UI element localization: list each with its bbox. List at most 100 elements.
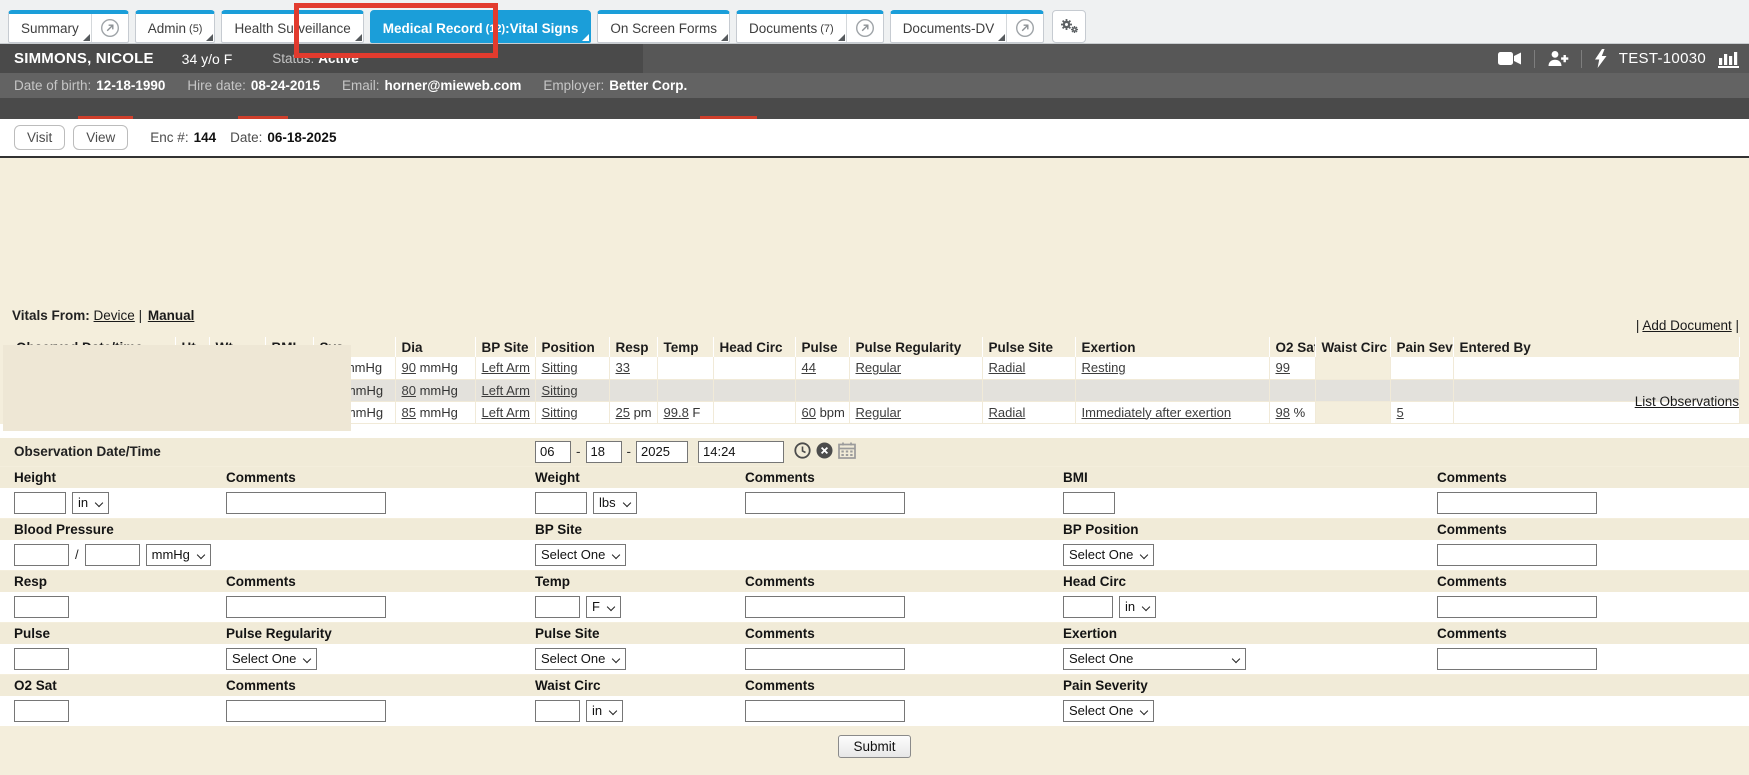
vitals-from-label: Vitals From: — [12, 308, 90, 323]
flowsheet-chart-icon[interactable] — [1718, 50, 1739, 68]
vital-value-link[interactable]: 90 — [402, 360, 416, 375]
vital-value-link[interactable]: Left Arm — [482, 405, 530, 420]
tab-on-screen-forms[interactable]: On Screen Forms — [597, 10, 730, 43]
vital-value-link[interactable]: 33 — [616, 360, 630, 375]
column-header: Resp — [609, 337, 657, 357]
height-unit-select[interactable]: in — [72, 492, 109, 514]
settings-gear-icon[interactable] — [1052, 10, 1086, 43]
bp-diastolic-input[interactable] — [85, 544, 140, 566]
video-call-icon[interactable] — [1498, 51, 1522, 66]
tab-admin[interactable]: Admin(5) — [135, 10, 216, 43]
clear-date-icon[interactable] — [816, 442, 833, 462]
vital-value-link[interactable]: 98 — [1276, 405, 1290, 420]
tab-documents[interactable]: Documents(7) — [736, 10, 884, 43]
clock-icon[interactable] — [794, 442, 811, 462]
view-button[interactable]: View — [73, 125, 128, 150]
table-cell — [849, 379, 982, 401]
bp-unit-select[interactable]: mmHg — [146, 544, 211, 566]
bp-systolic-input[interactable] — [14, 544, 69, 566]
popout-arrow-icon[interactable] — [91, 14, 128, 42]
obs-time-input[interactable] — [698, 441, 784, 463]
table-cell — [657, 379, 713, 401]
submit-button[interactable]: Submit — [838, 735, 910, 758]
bmi-input[interactable] — [1063, 492, 1115, 514]
vital-value-link[interactable]: 80 — [402, 383, 416, 398]
resp-comments-input[interactable] — [226, 596, 386, 618]
exertion-comments-input[interactable] — [1437, 648, 1597, 670]
vital-value-link[interactable]: Regular — [856, 405, 902, 420]
o2-comments-input[interactable] — [226, 700, 386, 722]
bp-comments-input[interactable] — [1437, 544, 1597, 566]
bp-position-select[interactable]: Select One — [1063, 544, 1154, 566]
o2-sat-input[interactable] — [14, 700, 69, 722]
table-cell — [1390, 379, 1453, 401]
waist-unit-select[interactable]: in — [586, 700, 623, 722]
vital-value-link[interactable]: Sitting — [542, 405, 578, 420]
vital-value-link[interactable]: 25 — [616, 405, 630, 420]
visit-button[interactable]: Visit — [14, 125, 65, 150]
vital-value-link[interactable]: 44 — [802, 360, 816, 375]
vital-value-link[interactable]: 5 — [1397, 405, 1404, 420]
pain-severity-select[interactable]: Select One — [1063, 700, 1154, 722]
bmi-comments-input[interactable] — [1437, 492, 1597, 514]
tab-documents-dv[interactable]: Documents-DV — [890, 10, 1045, 43]
obs-day-input[interactable] — [586, 441, 622, 463]
weight-input[interactable] — [535, 492, 587, 514]
manual-link[interactable]: Manual — [148, 308, 195, 323]
weight-unit-select[interactable]: lbs — [593, 492, 637, 514]
device-link[interactable]: Device — [94, 308, 135, 323]
tab-medical-record[interactable]: Medical Record(12):Vital Signs — [370, 10, 592, 43]
o2-sat-label: O2 Sat — [0, 678, 212, 693]
vital-value-link[interactable]: Immediately after exertion — [1082, 405, 1232, 420]
table-cell: Sitting — [535, 379, 609, 401]
tab-health-surveillance[interactable]: Health Surveillance — [221, 10, 363, 43]
temp-comments-input[interactable] — [745, 596, 905, 618]
vital-value-link[interactable]: Sitting — [542, 383, 578, 398]
table-cell — [713, 357, 795, 379]
head-circ-comments-input[interactable] — [1437, 596, 1597, 618]
vital-value-link[interactable]: 60 — [802, 405, 816, 420]
vital-value-link[interactable]: Resting — [1082, 360, 1126, 375]
list-observations-link[interactable]: List Observations — [1635, 394, 1739, 409]
tab-medical-record-label: Medical Record — [383, 21, 483, 36]
quick-action-bolt-icon[interactable] — [1594, 49, 1607, 68]
pulse-site-select[interactable]: Select One — [535, 648, 626, 670]
pulse-comments-input[interactable] — [745, 648, 905, 670]
table-cell: Radial — [982, 357, 1075, 379]
vital-value-link[interactable]: Sitting — [542, 360, 578, 375]
temp-unit-select[interactable]: F — [586, 596, 621, 618]
head-circ-input[interactable] — [1063, 596, 1113, 618]
height-input[interactable] — [14, 492, 66, 514]
tab-bar: Summary Admin(5) Health Surveillance Med… — [0, 0, 1749, 44]
tab-summary[interactable]: Summary — [8, 10, 129, 43]
patient-id: TEST-10030 — [1619, 50, 1706, 67]
add-document-link[interactable]: Add Document — [1642, 318, 1731, 333]
waist-comments-input[interactable] — [745, 700, 905, 722]
weight-comments-input[interactable] — [745, 492, 905, 514]
vital-value-link[interactable]: 99 — [1276, 360, 1290, 375]
obs-month-input[interactable] — [535, 441, 571, 463]
pulse-input[interactable] — [14, 648, 69, 670]
exertion-select[interactable]: Select One — [1063, 648, 1246, 670]
temp-input[interactable] — [535, 596, 580, 618]
vital-value-link[interactable]: Radial — [989, 360, 1026, 375]
calendar-icon[interactable] — [838, 442, 856, 462]
vital-value-link[interactable]: 85 — [402, 405, 416, 420]
add-person-icon[interactable] — [1547, 50, 1569, 67]
vital-value-link[interactable]: Regular — [856, 360, 902, 375]
obs-year-input[interactable] — [636, 441, 688, 463]
vital-value-link[interactable]: Left Arm — [482, 360, 530, 375]
table-cell — [1315, 357, 1390, 379]
waist-circ-input[interactable] — [535, 700, 580, 722]
head-circ-unit-select[interactable]: in — [1119, 596, 1156, 618]
popout-arrow-icon[interactable] — [1006, 14, 1043, 42]
height-comments-input[interactable] — [226, 492, 386, 514]
pulse-regularity-select[interactable]: Select One — [226, 648, 317, 670]
bp-site-select[interactable]: Select One — [535, 544, 626, 566]
vital-value-link[interactable]: Left Arm — [482, 383, 530, 398]
resp-input[interactable] — [14, 596, 69, 618]
popout-arrow-icon[interactable] — [846, 14, 883, 42]
vital-value-link[interactable]: Radial — [989, 405, 1026, 420]
table-cell: 85 mmHg — [395, 401, 475, 423]
vital-value-link[interactable]: 99.8 — [664, 405, 689, 420]
